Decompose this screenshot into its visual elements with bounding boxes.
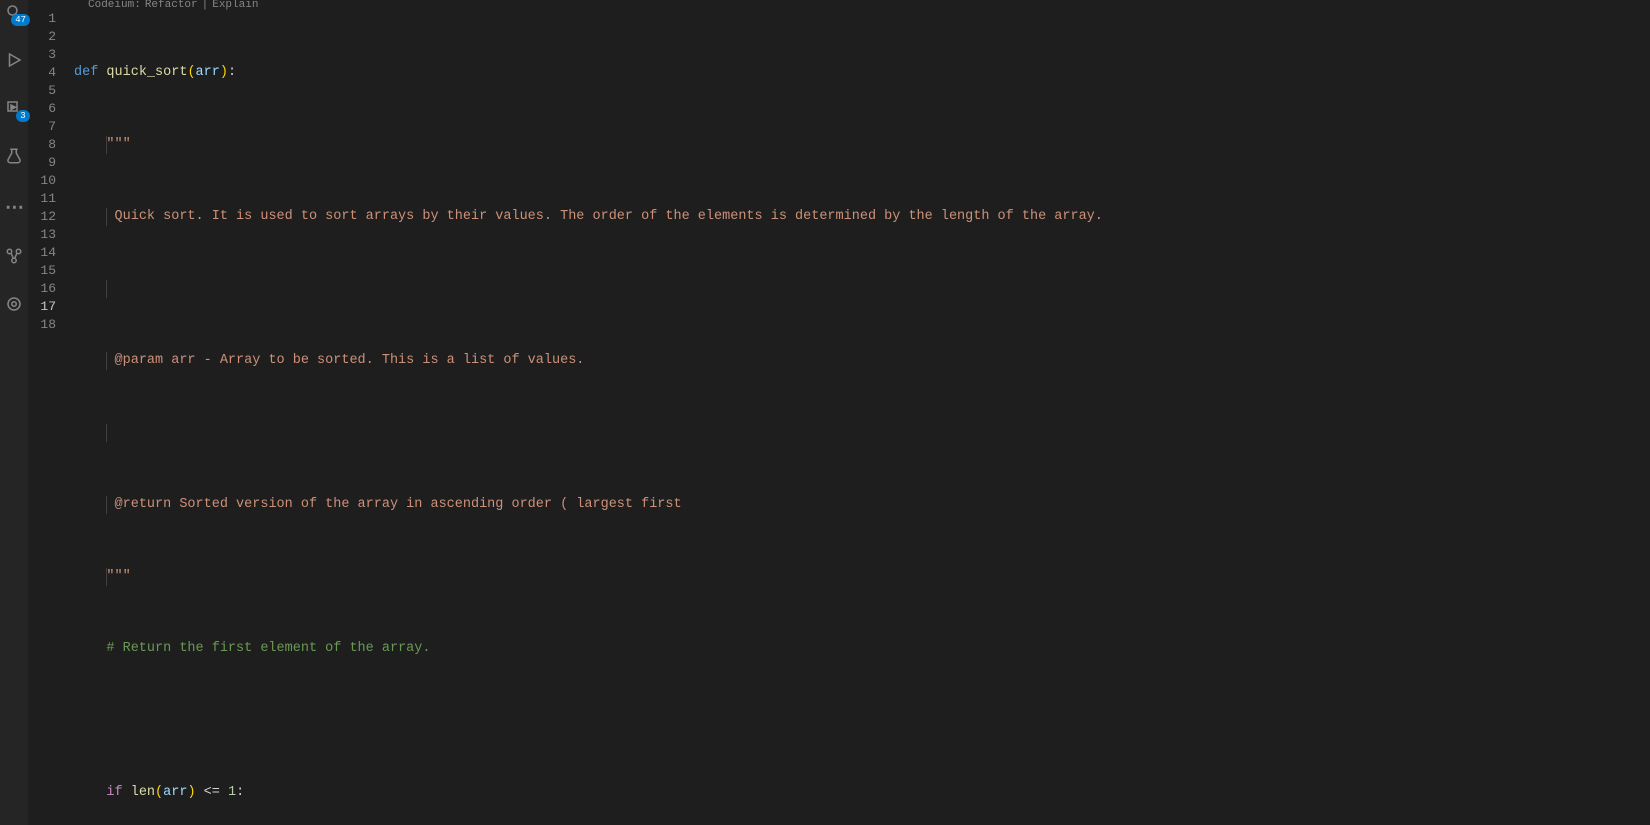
line-number: 8 xyxy=(28,136,56,154)
line-number: 1 xyxy=(28,10,56,28)
code-line[interactable]: # Return the first element of the array. xyxy=(74,640,1650,658)
line-number: 18 xyxy=(28,316,56,334)
search-badge: 47 xyxy=(11,14,30,26)
line-number: 10 xyxy=(28,172,56,190)
code-text[interactable]: def quick_sort(arr): """ Quick sort. It … xyxy=(74,10,1650,825)
codelens: Codeium: Refactor | Explain xyxy=(28,0,1650,10)
code-line[interactable]: def quick_sort(arr): xyxy=(74,64,1650,82)
line-number-gutter: 1 2 3 4 5 6 7 8 9 10 11 12 13 14 15 16 1… xyxy=(28,10,74,825)
line-number: 11 xyxy=(28,190,56,208)
codelens-sep: | xyxy=(202,0,209,10)
line-number: 15 xyxy=(28,262,56,280)
debug-badge: 3 xyxy=(16,110,30,122)
code-line[interactable]: """ xyxy=(74,136,1650,154)
code-line[interactable] xyxy=(74,712,1650,730)
code-container[interactable]: 1 2 3 4 5 6 7 8 9 10 11 12 13 14 15 16 1… xyxy=(28,10,1650,825)
line-number: 12 xyxy=(28,208,56,226)
line-number: 17 xyxy=(28,298,56,316)
code-line[interactable] xyxy=(74,424,1650,442)
line-number: 3 xyxy=(28,46,56,64)
codelens-explain[interactable]: Explain xyxy=(212,0,258,10)
svg-text:...}: ...} xyxy=(5,200,23,212)
code-line[interactable]: @return Sorted version of the array in a… xyxy=(74,496,1650,514)
debug-icon[interactable]: 3 xyxy=(2,96,26,120)
code-line[interactable]: """ xyxy=(74,568,1650,586)
search-icon[interactable]: 47 xyxy=(2,0,26,24)
line-number: 2 xyxy=(28,28,56,46)
code-line[interactable]: @param arr - Array to be sorted. This is… xyxy=(74,352,1650,370)
codelens-prefix: Codeium: xyxy=(88,0,141,10)
line-number: 5 xyxy=(28,82,56,100)
code-line[interactable] xyxy=(74,280,1650,298)
run-icon[interactable] xyxy=(2,48,26,72)
line-number: 4 xyxy=(28,64,56,82)
line-number: 9 xyxy=(28,154,56,172)
line-number: 7 xyxy=(28,118,56,136)
line-number: 6 xyxy=(28,100,56,118)
code-line[interactable]: Quick sort. It is used to sort arrays by… xyxy=(74,208,1650,226)
code-line[interactable]: if len(arr) <= 1: xyxy=(74,784,1650,802)
testing-icon[interactable] xyxy=(2,144,26,168)
line-number: 14 xyxy=(28,244,56,262)
activity-bar: 47 3 ...} xyxy=(0,0,28,825)
settings-icon[interactable] xyxy=(2,292,26,316)
line-number: 16 xyxy=(28,280,56,298)
line-number: 13 xyxy=(28,226,56,244)
editor-area: Codeium: Refactor | Explain 1 2 3 4 5 6 … xyxy=(28,0,1650,825)
braces-icon[interactable]: ...} xyxy=(2,192,26,216)
extensions-icon[interactable] xyxy=(2,244,26,268)
codelens-refactor[interactable]: Refactor xyxy=(145,0,198,10)
